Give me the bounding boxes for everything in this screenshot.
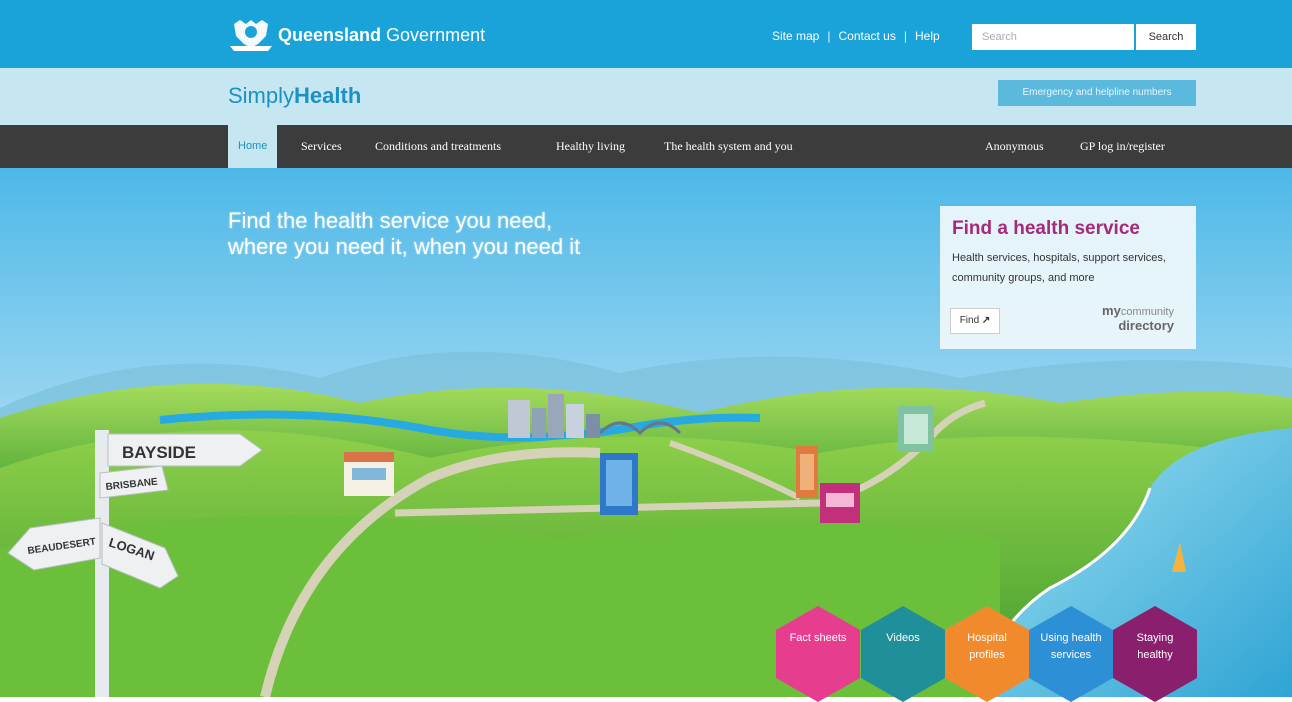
- link-separator: |: [903, 29, 907, 43]
- sitemap-link[interactable]: Site map: [772, 29, 819, 43]
- site-title-light: Simply: [228, 83, 295, 108]
- building-green: [898, 406, 934, 452]
- nav-healthy-living[interactable]: Healthy living: [556, 125, 625, 168]
- top-bar: Queensland Government Site map | Contact…: [0, 0, 1292, 68]
- contact-link[interactable]: Contact us: [838, 29, 895, 43]
- find-button[interactable]: Find ↗: [950, 308, 1000, 334]
- nav-services[interactable]: Services: [301, 125, 342, 168]
- sign-bayside: BAYSIDE: [122, 443, 196, 462]
- logo-my: my: [1102, 303, 1121, 318]
- brand-name-light: Government: [386, 24, 486, 45]
- hero-illustration: BAYSIDE BRISBANE BEAUDESERT LOGAN Find t…: [0, 168, 1292, 697]
- site-title-strong: Health: [294, 83, 362, 108]
- building-left: [344, 452, 394, 496]
- brand-name: Queensland Government: [278, 25, 485, 46]
- hero-headline-line-2: where you need it, when you need it: [228, 234, 581, 259]
- utility-links: Site map | Contact us | Help: [772, 29, 940, 43]
- help-link[interactable]: Help: [915, 29, 940, 43]
- link-separator: |: [827, 29, 831, 43]
- find-service-title: Find a health service: [952, 218, 1140, 239]
- logo-community: community: [1120, 306, 1174, 318]
- hero-headline-line-1: Find the health service you need,: [228, 208, 553, 233]
- search-button[interactable]: Search: [1136, 24, 1196, 50]
- find-button-label: Find: [959, 315, 980, 326]
- qld-gov-brand[interactable]: Queensland Government: [228, 18, 485, 52]
- site-header: SimplyHealth Emergency and helpline numb…: [0, 68, 1292, 125]
- logo-directory: directory: [1118, 318, 1174, 333]
- nav-conditions-treatments[interactable]: Conditions and treatments: [375, 125, 501, 168]
- hex-label-line-2: services: [1050, 649, 1092, 661]
- building-pink: [820, 483, 860, 523]
- building-tower: [600, 453, 638, 515]
- mycommunitydirectory-logo[interactable]: mycommunity directory: [1078, 304, 1174, 333]
- nav-home[interactable]: Home: [228, 125, 278, 168]
- main-nav: Home Services Conditions and treatments …: [0, 125, 1292, 168]
- nav-anonymous[interactable]: Anonymous: [985, 125, 1044, 168]
- search-input[interactable]: [972, 24, 1134, 50]
- hex-label-line-2: healthy: [1137, 649, 1173, 661]
- external-link-icon: ↗: [981, 315, 991, 326]
- find-service-description: Health services, hospitals, support serv…: [952, 252, 1166, 284]
- building-red: [796, 446, 818, 498]
- emergency-numbers-button[interactable]: Emergency and helpline numbers: [998, 80, 1196, 106]
- hex-label-line-2: profiles: [969, 649, 1005, 661]
- hero-headline: Find the health service you need, where …: [228, 208, 580, 260]
- crest-icon: [230, 20, 272, 51]
- find-service-panel: Find a health service Health services, h…: [940, 206, 1196, 349]
- nav-gp-login[interactable]: GP log in/register: [1080, 125, 1165, 168]
- site-title[interactable]: SimplyHealth: [228, 83, 361, 109]
- brand-name-bold: Queensland: [278, 24, 382, 45]
- nav-health-system[interactable]: The health system and you: [664, 125, 793, 168]
